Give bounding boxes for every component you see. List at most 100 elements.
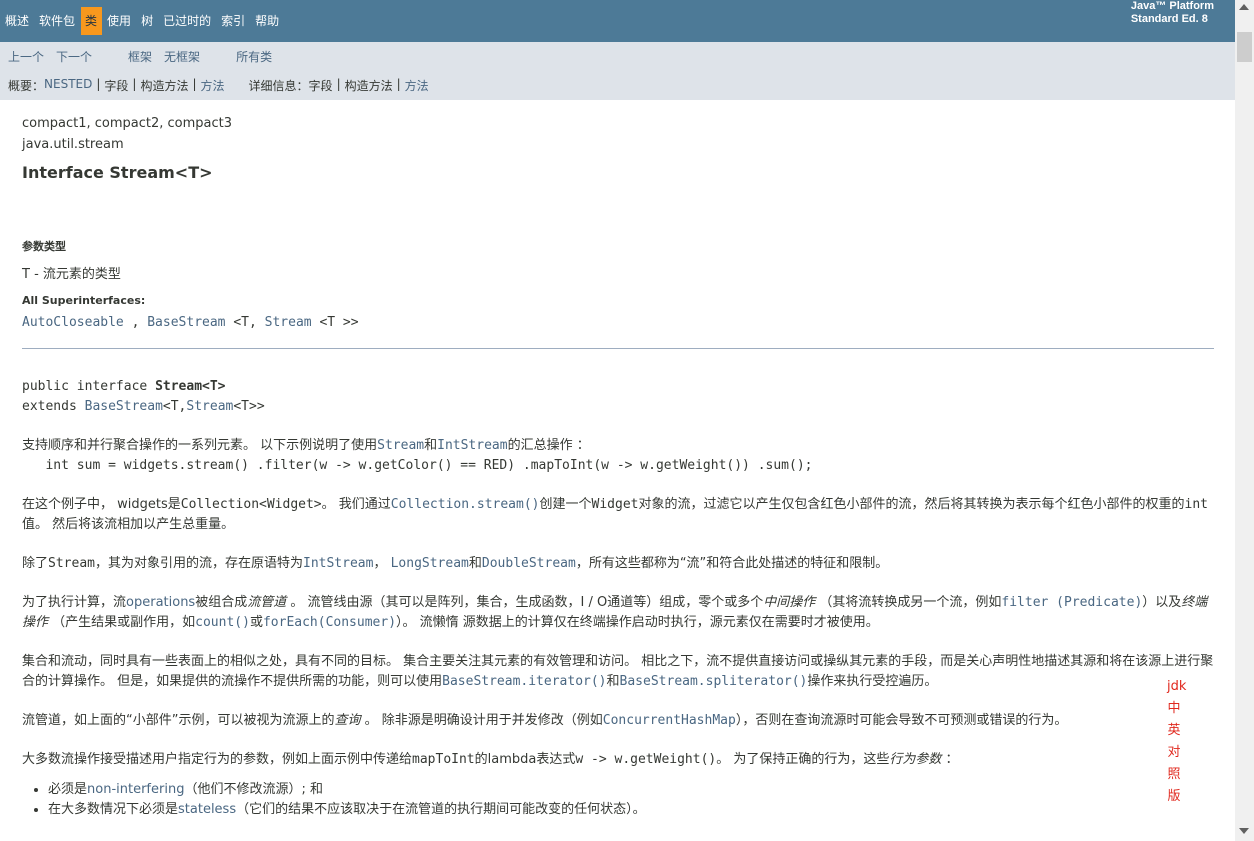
- stream-link[interactable]: Stream: [265, 315, 312, 330]
- nav-help[interactable]: 帮助: [251, 7, 284, 35]
- separator: |: [192, 77, 197, 91]
- summary-field-text: 字段: [104, 79, 129, 93]
- separator: |: [132, 77, 137, 91]
- text: 在大多数情况下必须是: [48, 802, 179, 817]
- intstream-ref-link[interactable]: IntStream: [437, 438, 507, 453]
- nav-deprecated[interactable]: 已过时的: [159, 7, 216, 35]
- decl-stream-link[interactable]: Stream: [186, 399, 233, 414]
- watermark-char: 对: [1167, 745, 1181, 760]
- text: ，: [373, 556, 391, 571]
- superinterfaces-generic: <T,: [225, 315, 265, 330]
- nav-overview[interactable]: 概述: [1, 7, 34, 35]
- platform-line1: Java™ Platform: [1130, 0, 1214, 12]
- watermark: jdk 中 英 对 照 版: [1167, 676, 1186, 808]
- declaration: public interface Stream<T> extends BaseS…: [22, 377, 1217, 417]
- doublestream-link[interactable]: DoubleStream: [482, 556, 576, 571]
- nav-class: 类: [81, 7, 103, 35]
- basestream-link[interactable]: BaseStream: [147, 315, 225, 330]
- text: 。 流管线由源（其可以是阵列，集合，生成函数，I / O通道等）组成，零个或多个: [286, 595, 764, 610]
- longstream-link[interactable]: LongStream: [391, 556, 469, 571]
- text: ，所有这些都称为“流”和符合此处描述的特征和限制。: [575, 556, 889, 571]
- text: ）以及: [1142, 595, 1182, 610]
- count-link[interactable]: count(): [195, 615, 250, 630]
- description-p6: 流管道，如上面的“小部件”示例，可以被视为流源上的查询 。 除非源是明确设计用于…: [22, 711, 1217, 731]
- scroll-down-arrow-icon[interactable]: [1239, 828, 1249, 834]
- summary-detail-links: 概要： NESTED | 字段 | 构造方法 | 方法 详细信息： 字段 | 构…: [8, 77, 429, 94]
- platform-label: Java™ Platform Standard Ed. 8: [1131, 0, 1214, 26]
- non-interfering-link[interactable]: non-interfering: [87, 782, 184, 797]
- vertical-scrollbar[interactable]: [1235, 0, 1254, 841]
- description-p5: 集合和流动，同时具有一些表面上的相似之处，具有不同的目标。 集合主要关注其元素的…: [22, 652, 1217, 692]
- nav-package[interactable]: 软件包: [35, 7, 80, 35]
- separator: |: [396, 77, 401, 91]
- decl-name: Stream<T>: [155, 379, 226, 394]
- autocloseable-link[interactable]: AutoCloseable: [22, 315, 124, 330]
- sub-navbar: 上一个 下一个 框架 无框架 所有类 概要： NESTED | 字段 | 构造方…: [0, 42, 1235, 100]
- text: 或: [249, 615, 263, 630]
- profiles: compact1, compact2, compact3: [22, 116, 233, 131]
- text: 对象的流，过滤它以产生仅包含红色小部件的流，然后将其转换为表示每个红色小部件的权…: [638, 497, 1185, 512]
- watermark-char: 版: [1167, 789, 1181, 804]
- type-params-label: 参数类型: [22, 240, 66, 253]
- next-class-link[interactable]: 下一个: [56, 48, 92, 65]
- watermark-char: 照: [1167, 767, 1181, 782]
- filter-link[interactable]: filter (Predicate): [1001, 595, 1142, 610]
- scroll-thumb[interactable]: [1237, 32, 1252, 62]
- nav-index[interactable]: 索引: [217, 7, 250, 35]
- separator: |: [336, 77, 341, 91]
- stateless-link[interactable]: stateless: [178, 802, 236, 817]
- decl-extends: extends: [22, 399, 85, 414]
- superinterfaces-sep: ,: [123, 315, 148, 330]
- list-item: 必须是non-interfering（他们不修改流源）; 和: [48, 780, 1217, 800]
- text: （他们不修改流源）; 和: [184, 782, 323, 797]
- stream-ref-link[interactable]: Stream: [377, 438, 424, 453]
- text: 大多数流操作接受描述用户指定行为的参数，例如上面示例中传递给: [22, 752, 413, 767]
- decl-basestream-link[interactable]: BaseStream: [85, 399, 163, 414]
- operations-link[interactable]: operations: [126, 595, 195, 610]
- text: 流管道，如上面的“小部件”示例，可以被视为流源上的: [22, 713, 335, 728]
- code: Stream: [48, 556, 95, 571]
- no-frames-link[interactable]: 无框架: [164, 48, 200, 65]
- text: 被组合成: [195, 595, 248, 610]
- nav-use[interactable]: 使用: [103, 7, 136, 35]
- text: 在这个例子中， widgets是: [22, 497, 181, 512]
- text: ，其为对象引用的流，存在原语特为: [94, 556, 303, 571]
- text: 和: [468, 556, 482, 571]
- detail-method-link[interactable]: 方法: [405, 77, 429, 94]
- platform-line2: Standard Ed. 8: [1130, 13, 1208, 25]
- text: 和: [606, 674, 620, 689]
- decl-suffix: <T>>: [233, 399, 265, 414]
- separator: |: [96, 77, 101, 91]
- summary-method-link[interactable]: 方法: [201, 77, 225, 94]
- code: Widget: [591, 497, 639, 512]
- emphasis: 中间操作: [763, 595, 816, 610]
- emphasis: 查询: [334, 713, 361, 728]
- concurrenthashmap-link[interactable]: ConcurrentHashMap: [603, 713, 736, 728]
- description-p4: 为了执行计算，流operations被组合成流管道 。 流管线由源（其可以是阵列…: [22, 593, 1217, 633]
- nav-tree[interactable]: 树: [137, 7, 158, 35]
- decl-prefix: public interface: [22, 379, 156, 394]
- superinterfaces-generic-end: <T >>: [311, 315, 359, 330]
- emphasis: 行为参数: [889, 752, 942, 767]
- text: 值。 然后将该流相加以产生总重量。: [22, 517, 235, 532]
- frames-link[interactable]: 框架: [128, 48, 152, 65]
- type-params-value: T - 流元素的类型: [22, 267, 121, 282]
- spliterator-link[interactable]: BaseStream.spliterator(): [620, 674, 808, 689]
- detail-constructor-text: 构造方法: [344, 79, 393, 93]
- all-classes-link[interactable]: 所有类: [236, 48, 272, 65]
- list-item: 在大多数情况下必须是stateless（它们的结果不应该取决于在流管道的执行期间…: [48, 800, 1217, 820]
- prev-class-link[interactable]: 上一个: [8, 48, 44, 65]
- behavior-list: 必须是non-interfering（他们不修改流源）; 和 在大多数情况下必须…: [22, 780, 1217, 820]
- summary-label: 概要：: [8, 79, 45, 93]
- code: Collection<Widget>: [180, 497, 322, 512]
- decl-mid: <T,: [162, 399, 187, 414]
- collection-stream-link[interactable]: Collection.stream(): [391, 497, 540, 512]
- iterator-link[interactable]: BaseStream.iterator(): [442, 674, 606, 689]
- scroll-up-arrow-icon[interactable]: [1239, 4, 1249, 10]
- intstream-link[interactable]: IntStream: [303, 556, 373, 571]
- foreach-link[interactable]: forEach(Consumer): [263, 615, 396, 630]
- text: ），否则在查询流源时可能会导致不可预测或错误的行为。: [735, 713, 1068, 728]
- summary-nested-link[interactable]: NESTED: [44, 77, 92, 94]
- description-p2: 在这个例子中， widgets是Collection<Widget>。 我们通过…: [22, 495, 1217, 535]
- description-p1: 支持顺序和并行聚合操作的一系列元素。 以下示例说明了使用Stream和IntSt…: [22, 436, 1217, 456]
